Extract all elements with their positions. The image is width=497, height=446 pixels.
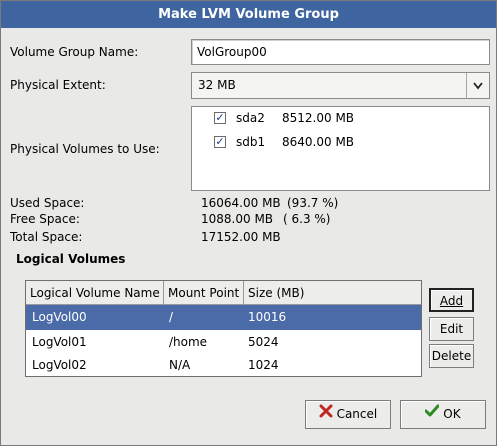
pe-label: Physical Extent: bbox=[10, 78, 106, 92]
lv-name: LogVol00 bbox=[32, 310, 87, 324]
lv-name: LogVol01 bbox=[32, 335, 87, 349]
chevron-down-icon[interactable] bbox=[466, 73, 489, 98]
col-header-name[interactable]: Logical Volume Name bbox=[26, 281, 164, 305]
table-row[interactable]: LogVol00 / 10016 bbox=[26, 305, 421, 330]
lv-size: 5024 bbox=[248, 335, 279, 349]
dialog-title: Make LVM Volume Group bbox=[1, 1, 496, 28]
logical-volumes-table: Logical Volume Name Mount Point Size (MB… bbox=[25, 280, 422, 377]
logical-volumes-title: Logical Volumes bbox=[16, 252, 126, 266]
free-space-value: 1088.00 MB bbox=[201, 212, 274, 226]
pv-name-sdb1: sdb1 bbox=[236, 135, 266, 149]
pv-size-sda2: 8512.00 MB bbox=[282, 111, 355, 125]
used-space-label: Used Space: bbox=[10, 196, 85, 210]
lv-size: 1024 bbox=[248, 358, 279, 372]
col-header-mount[interactable]: Mount Point bbox=[164, 281, 244, 305]
checkmark-icon bbox=[424, 401, 440, 428]
used-space-value: 16064.00 MB bbox=[201, 196, 281, 210]
table-row[interactable]: LogVol01 /home 5024 bbox=[26, 330, 421, 355]
make-lvm-dialog: Make LVM Volume Group Volume Group Name:… bbox=[0, 0, 497, 446]
ok-button[interactable]: OK bbox=[400, 400, 486, 429]
free-space-label: Free Space: bbox=[10, 212, 80, 226]
add-button-label: Add bbox=[439, 294, 464, 308]
cancel-button-label: Cancel bbox=[336, 407, 378, 421]
lv-name: LogVol02 bbox=[32, 358, 87, 372]
vg-name-label: Volume Group Name: bbox=[10, 45, 139, 59]
delete-button-label: Delete bbox=[431, 349, 472, 363]
pe-select[interactable]: 32 MB bbox=[191, 72, 490, 99]
pv-list: ✓ sda2 8512.00 MB ✓ sdb1 8640.00 MB bbox=[191, 106, 490, 191]
pv-checkbox-sda2[interactable]: ✓ bbox=[214, 112, 226, 124]
lv-mount: /home bbox=[169, 335, 208, 349]
pv-label: Physical Volumes to Use: bbox=[10, 142, 160, 156]
table-row[interactable]: LogVol02 N/A 1024 bbox=[26, 353, 421, 376]
pv-name-sda2: sda2 bbox=[236, 111, 265, 125]
close-icon bbox=[319, 401, 333, 428]
total-space-label: Total Space: bbox=[10, 230, 83, 244]
total-space-value: 17152.00 MB bbox=[201, 230, 281, 244]
ok-button-label: OK bbox=[443, 407, 461, 421]
edit-button-label: Edit bbox=[439, 322, 464, 336]
col-header-size[interactable]: Size (MB) bbox=[244, 281, 421, 305]
free-space-pct: ( 6.3 %) bbox=[283, 212, 331, 226]
lv-mount: / bbox=[169, 310, 174, 324]
vg-name-input[interactable]: VolGroup00 bbox=[191, 39, 490, 65]
delete-button[interactable]: Delete bbox=[429, 344, 474, 368]
pv-checkbox-sdb1[interactable]: ✓ bbox=[214, 136, 226, 148]
used-space-pct: (93.7 %) bbox=[287, 196, 339, 210]
lv-size: 10016 bbox=[248, 310, 287, 324]
pv-size-sdb1: 8640.00 MB bbox=[282, 135, 355, 149]
cancel-button[interactable]: Cancel bbox=[305, 400, 391, 429]
lv-mount: N/A bbox=[169, 358, 191, 372]
edit-button[interactable]: Edit bbox=[429, 317, 474, 341]
add-button[interactable]: Add bbox=[429, 288, 474, 312]
pe-select-value: 32 MB bbox=[198, 78, 236, 92]
